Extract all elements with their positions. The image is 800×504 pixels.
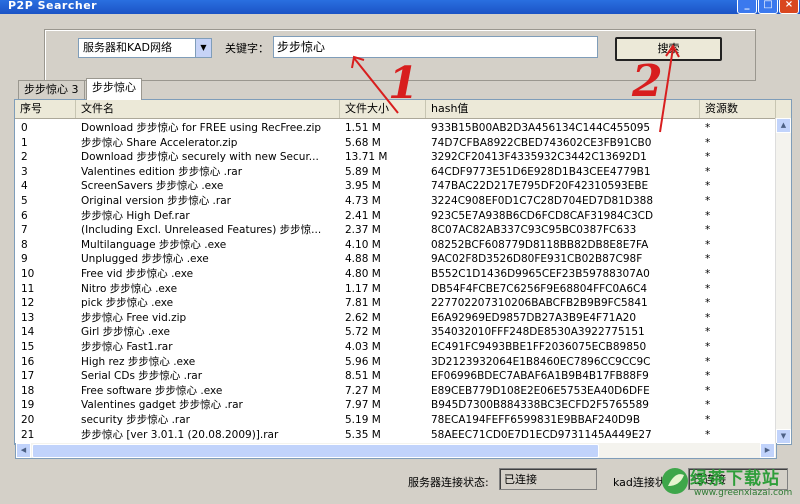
watermark-logo: 绿茶下载站 www.greenxiazai.com (660, 462, 800, 504)
watermark-text: 绿茶下载站 (690, 469, 780, 489)
watermark-url: www.greenxiazai.com (694, 488, 793, 498)
tab-search-active[interactable]: 步步惊心 (86, 78, 142, 100)
leaf-icon (662, 468, 688, 494)
annotation-number-1: 1 (388, 58, 419, 109)
annotation-number-2: 2 (632, 56, 663, 107)
